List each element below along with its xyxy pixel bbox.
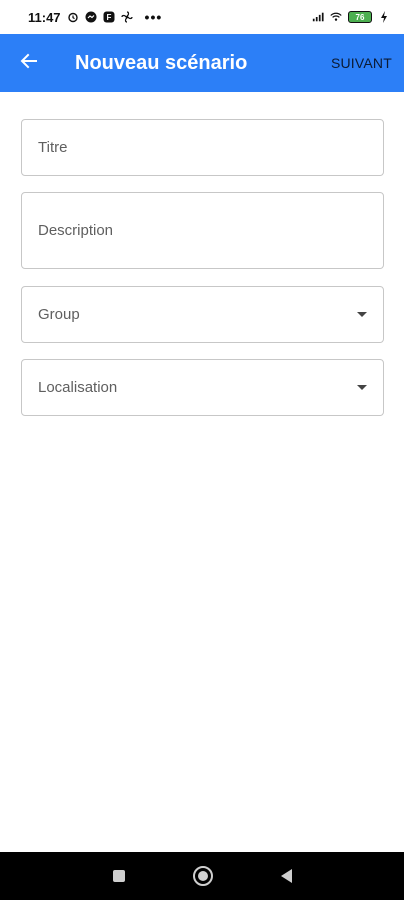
arrow-left-icon [20, 52, 38, 75]
fan-icon [120, 11, 133, 23]
screen: 11:47 F ••• 76 Nouveau scénario SUIVANT … [0, 0, 404, 900]
recent-apps-icon[interactable] [112, 870, 125, 882]
dropdown-arrow-icon [357, 385, 367, 390]
svg-text:F: F [106, 13, 111, 22]
signal-icon [312, 11, 324, 23]
status-left: 11:47 F ••• [28, 9, 162, 25]
status-right: 76 [312, 11, 390, 23]
status-bar: 11:47 F ••• 76 [0, 0, 404, 34]
battery-icon: 76 [348, 11, 372, 23]
title-field[interactable]: Titre [21, 119, 384, 176]
group-select-label: Group [38, 306, 80, 323]
wifi-icon [330, 11, 342, 23]
next-button[interactable]: SUIVANT [331, 55, 392, 71]
title-field-label: Titre [38, 139, 68, 156]
home-icon[interactable] [192, 866, 213, 886]
messenger-icon [85, 11, 97, 23]
page-title: Nouveau scénario [75, 51, 248, 74]
system-nav-bar [0, 852, 404, 900]
group-select[interactable]: Group [21, 286, 384, 343]
description-field[interactable]: Description [21, 192, 384, 269]
description-field-label: Description [38, 222, 114, 239]
localisation-select[interactable]: Localisation [21, 359, 384, 416]
more-notifications-icon: ••• [144, 9, 163, 25]
app-bar: Nouveau scénario SUIVANT [0, 34, 404, 92]
back-icon[interactable] [280, 869, 292, 883]
home-icon-inner [197, 871, 208, 881]
charging-icon [378, 11, 390, 23]
back-button[interactable] [0, 34, 58, 92]
alarm-icon [67, 11, 79, 23]
app-notification-icon: F [103, 11, 115, 23]
localisation-select-label: Localisation [38, 379, 118, 396]
status-time: 11:47 [28, 9, 61, 25]
dropdown-arrow-icon [357, 312, 367, 317]
